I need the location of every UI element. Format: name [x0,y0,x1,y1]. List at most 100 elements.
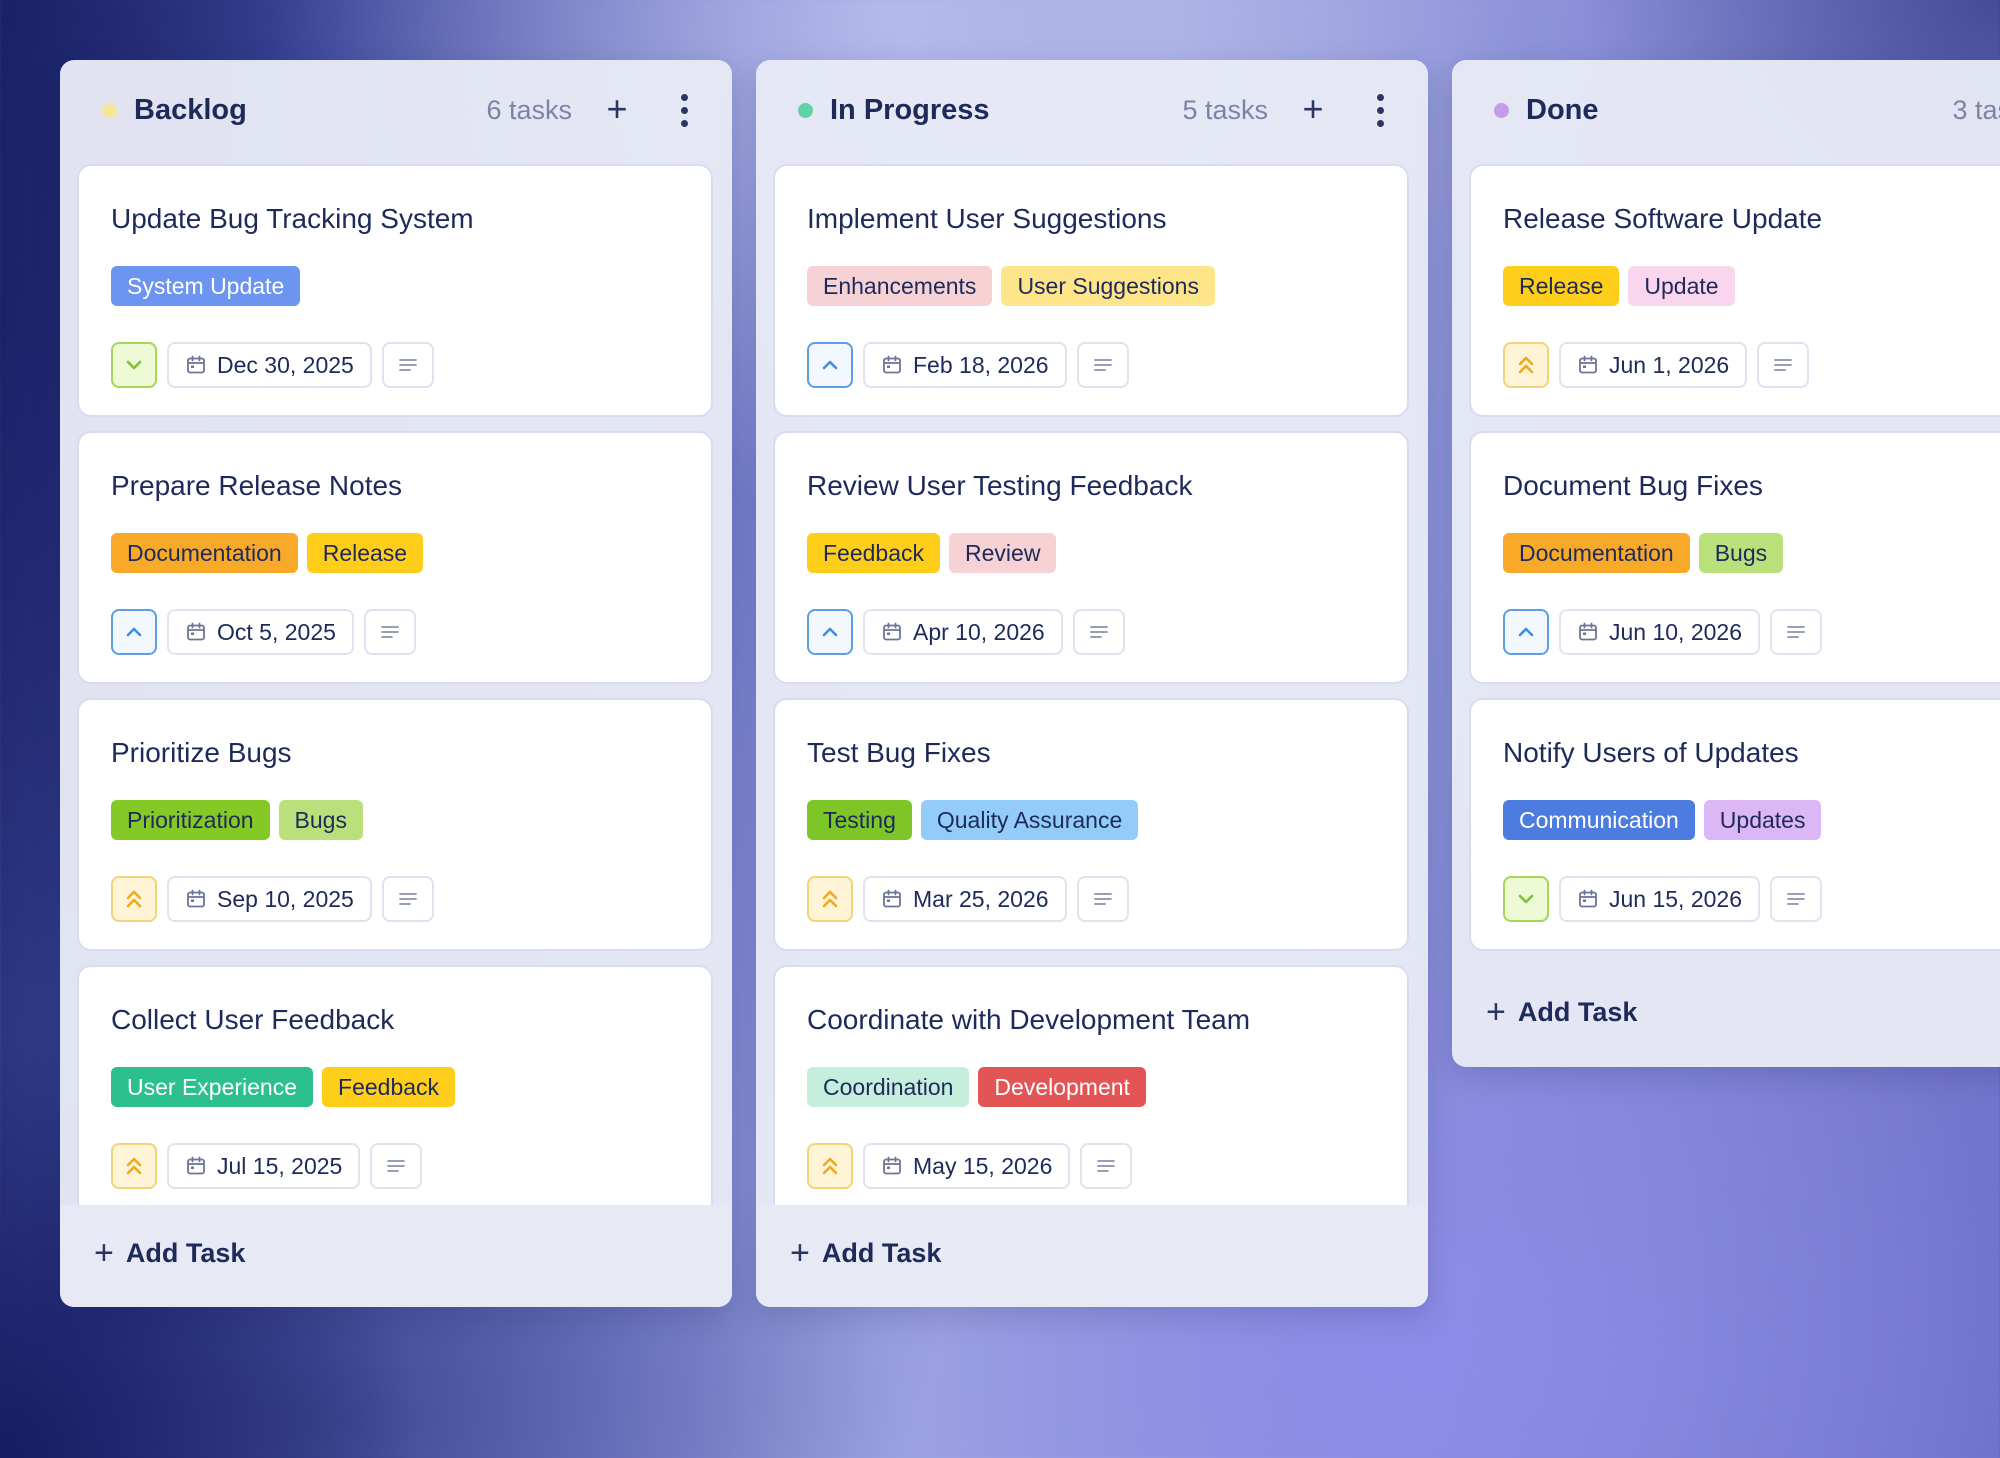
description-button[interactable] [381,876,434,922]
calendar-icon [1577,621,1599,643]
due-date-button[interactable]: Sep 10, 2025 [167,876,372,922]
due-date-button[interactable]: Jun 10, 2026 [1559,609,1761,655]
column-title: In Progress [830,94,990,126]
add-task-button[interactable]: + Add Task [1486,987,1637,1037]
tag-badge[interactable]: Enhancements [807,266,993,306]
priority-button[interactable] [111,342,157,388]
task-card[interactable]: Release Software Update Release Update Jun … [1469,164,2000,417]
due-date-text: Jul 15, 2025 [217,1152,343,1179]
description-button[interactable] [1770,609,1823,655]
tag-badge[interactable]: Prioritization [111,800,270,840]
description-button[interactable] [381,342,434,388]
tag-badge[interactable]: Release [1503,266,1620,306]
tag-badge[interactable]: Updates [1703,800,1822,840]
task-card[interactable]: Test Bug Fixes Testing Quality Assurance Ma… [773,698,1409,951]
add-task-button[interactable]: + Add Task [790,1228,941,1278]
description-lines-icon [397,355,419,375]
tag-badge[interactable]: Documentation [111,533,298,573]
priority-button[interactable] [807,342,853,388]
task-card[interactable]: Update Bug Tracking System System Update D… [77,164,713,417]
add-task-icon-button[interactable]: + [1293,90,1333,130]
due-date-button[interactable]: Mar 25, 2026 [863,876,1067,922]
more-options-icon[interactable] [1360,90,1400,130]
task-card[interactable]: Prepare Release Notes Documentation Releas… [77,431,713,684]
more-dot [1377,94,1384,101]
chevron-up-icon [1515,621,1537,643]
double-chevron-up-icon [819,1154,841,1178]
priority-button[interactable] [111,1143,157,1189]
task-card[interactable]: Implement User Suggestions Enhancements Us… [773,164,1409,417]
tag-badge[interactable]: Bugs [1698,533,1784,573]
description-button[interactable] [1770,876,1823,922]
due-date-button[interactable]: Jun 15, 2026 [1559,876,1761,922]
tag-badge[interactable]: Communication [1503,800,1695,840]
card-title: Prioritize Bugs [111,737,292,768]
tag-badge[interactable]: System Update [111,266,301,306]
calendar-icon [1577,888,1599,910]
priority-button[interactable] [1503,609,1549,655]
due-date-button[interactable]: Feb 18, 2026 [863,342,1067,388]
tag-list: System Update [111,266,301,306]
tag-badge[interactable]: Update [1628,266,1735,306]
description-button[interactable] [370,1143,423,1189]
description-button[interactable] [363,609,416,655]
description-button[interactable] [1757,342,1810,388]
task-card[interactable]: Notify Users of Updates Communication Upda… [1469,698,2000,951]
tag-badge[interactable]: Quality Assurance [920,800,1139,840]
add-task-label: Add Task [821,1237,942,1268]
calendar-icon [881,1155,903,1177]
tag-badge[interactable]: Coordination [807,1067,970,1107]
double-chevron-up-icon [1515,353,1537,377]
tag-badge[interactable]: Feedback [322,1067,456,1107]
calendar-icon [185,621,207,643]
due-date-text: May 15, 2026 [913,1152,1053,1179]
priority-button[interactable] [1503,876,1549,922]
due-date-button[interactable]: Apr 10, 2026 [863,609,1063,655]
tag-badge[interactable]: User Suggestions [1001,266,1215,306]
tag-badge[interactable]: Review [949,533,1057,573]
column-title: Done [1526,94,1599,126]
chevron-down-icon [1515,888,1537,910]
tag-badge[interactable]: Feedback [807,533,941,573]
due-date-button[interactable]: Dec 30, 2025 [167,342,372,388]
card-title: Coordinate with Development Team [807,1004,1251,1035]
task-card[interactable]: Collect User Feedback User Experience Feed… [77,965,713,1218]
chevron-up-icon [819,621,841,643]
add-task-icon-button[interactable]: + [597,90,637,130]
priority-button[interactable] [807,1143,853,1189]
due-date-text: Sep 10, 2025 [217,885,354,912]
priority-button[interactable] [807,876,853,922]
task-count: 6 tasks [486,95,572,125]
priority-button[interactable] [111,609,157,655]
tag-badge[interactable]: Testing [807,800,912,840]
description-button[interactable] [1080,1143,1133,1189]
card-list: Update Bug Tracking System System Update D… [60,156,732,1264]
priority-button[interactable] [1503,342,1549,388]
task-card[interactable]: Document Bug Fixes Documentation Bugs Jun 1… [1469,431,2000,684]
tag-badge[interactable]: Documentation [1503,533,1690,573]
chevron-up-icon [819,354,841,376]
calendar-icon [881,354,903,376]
due-date-button[interactable]: Jul 15, 2025 [167,1143,361,1189]
due-date-button[interactable]: May 15, 2026 [863,1143,1071,1189]
task-card[interactable]: Review User Testing Feedback Feedback Revi… [773,431,1409,684]
due-date-button[interactable]: Jun 1, 2026 [1559,342,1748,388]
priority-button[interactable] [807,609,853,655]
description-lines-icon [385,1156,407,1176]
task-card[interactable]: Coordinate with Development Team Coordina… [773,965,1409,1218]
tag-badge[interactable]: User Experience [111,1067,314,1107]
task-card[interactable]: Prioritize Bugs Prioritization Bugs Sep 10,… [77,698,713,951]
description-lines-icon [379,622,401,642]
description-button[interactable] [1076,342,1129,388]
add-task-button[interactable]: + Add Task [94,1228,245,1278]
more-options-icon[interactable] [664,90,704,130]
description-button[interactable] [1076,876,1129,922]
tag-badge[interactable]: Development [978,1067,1146,1107]
due-date-text: Dec 30, 2025 [217,351,354,378]
priority-button[interactable] [111,876,157,922]
tag-badge[interactable]: Release [306,533,424,573]
description-button[interactable] [1072,609,1125,655]
tag-badge[interactable]: Bugs [278,800,363,840]
column-header: In Progress 5 tasks + [756,60,1428,156]
due-date-button[interactable]: Oct 5, 2025 [167,609,354,655]
